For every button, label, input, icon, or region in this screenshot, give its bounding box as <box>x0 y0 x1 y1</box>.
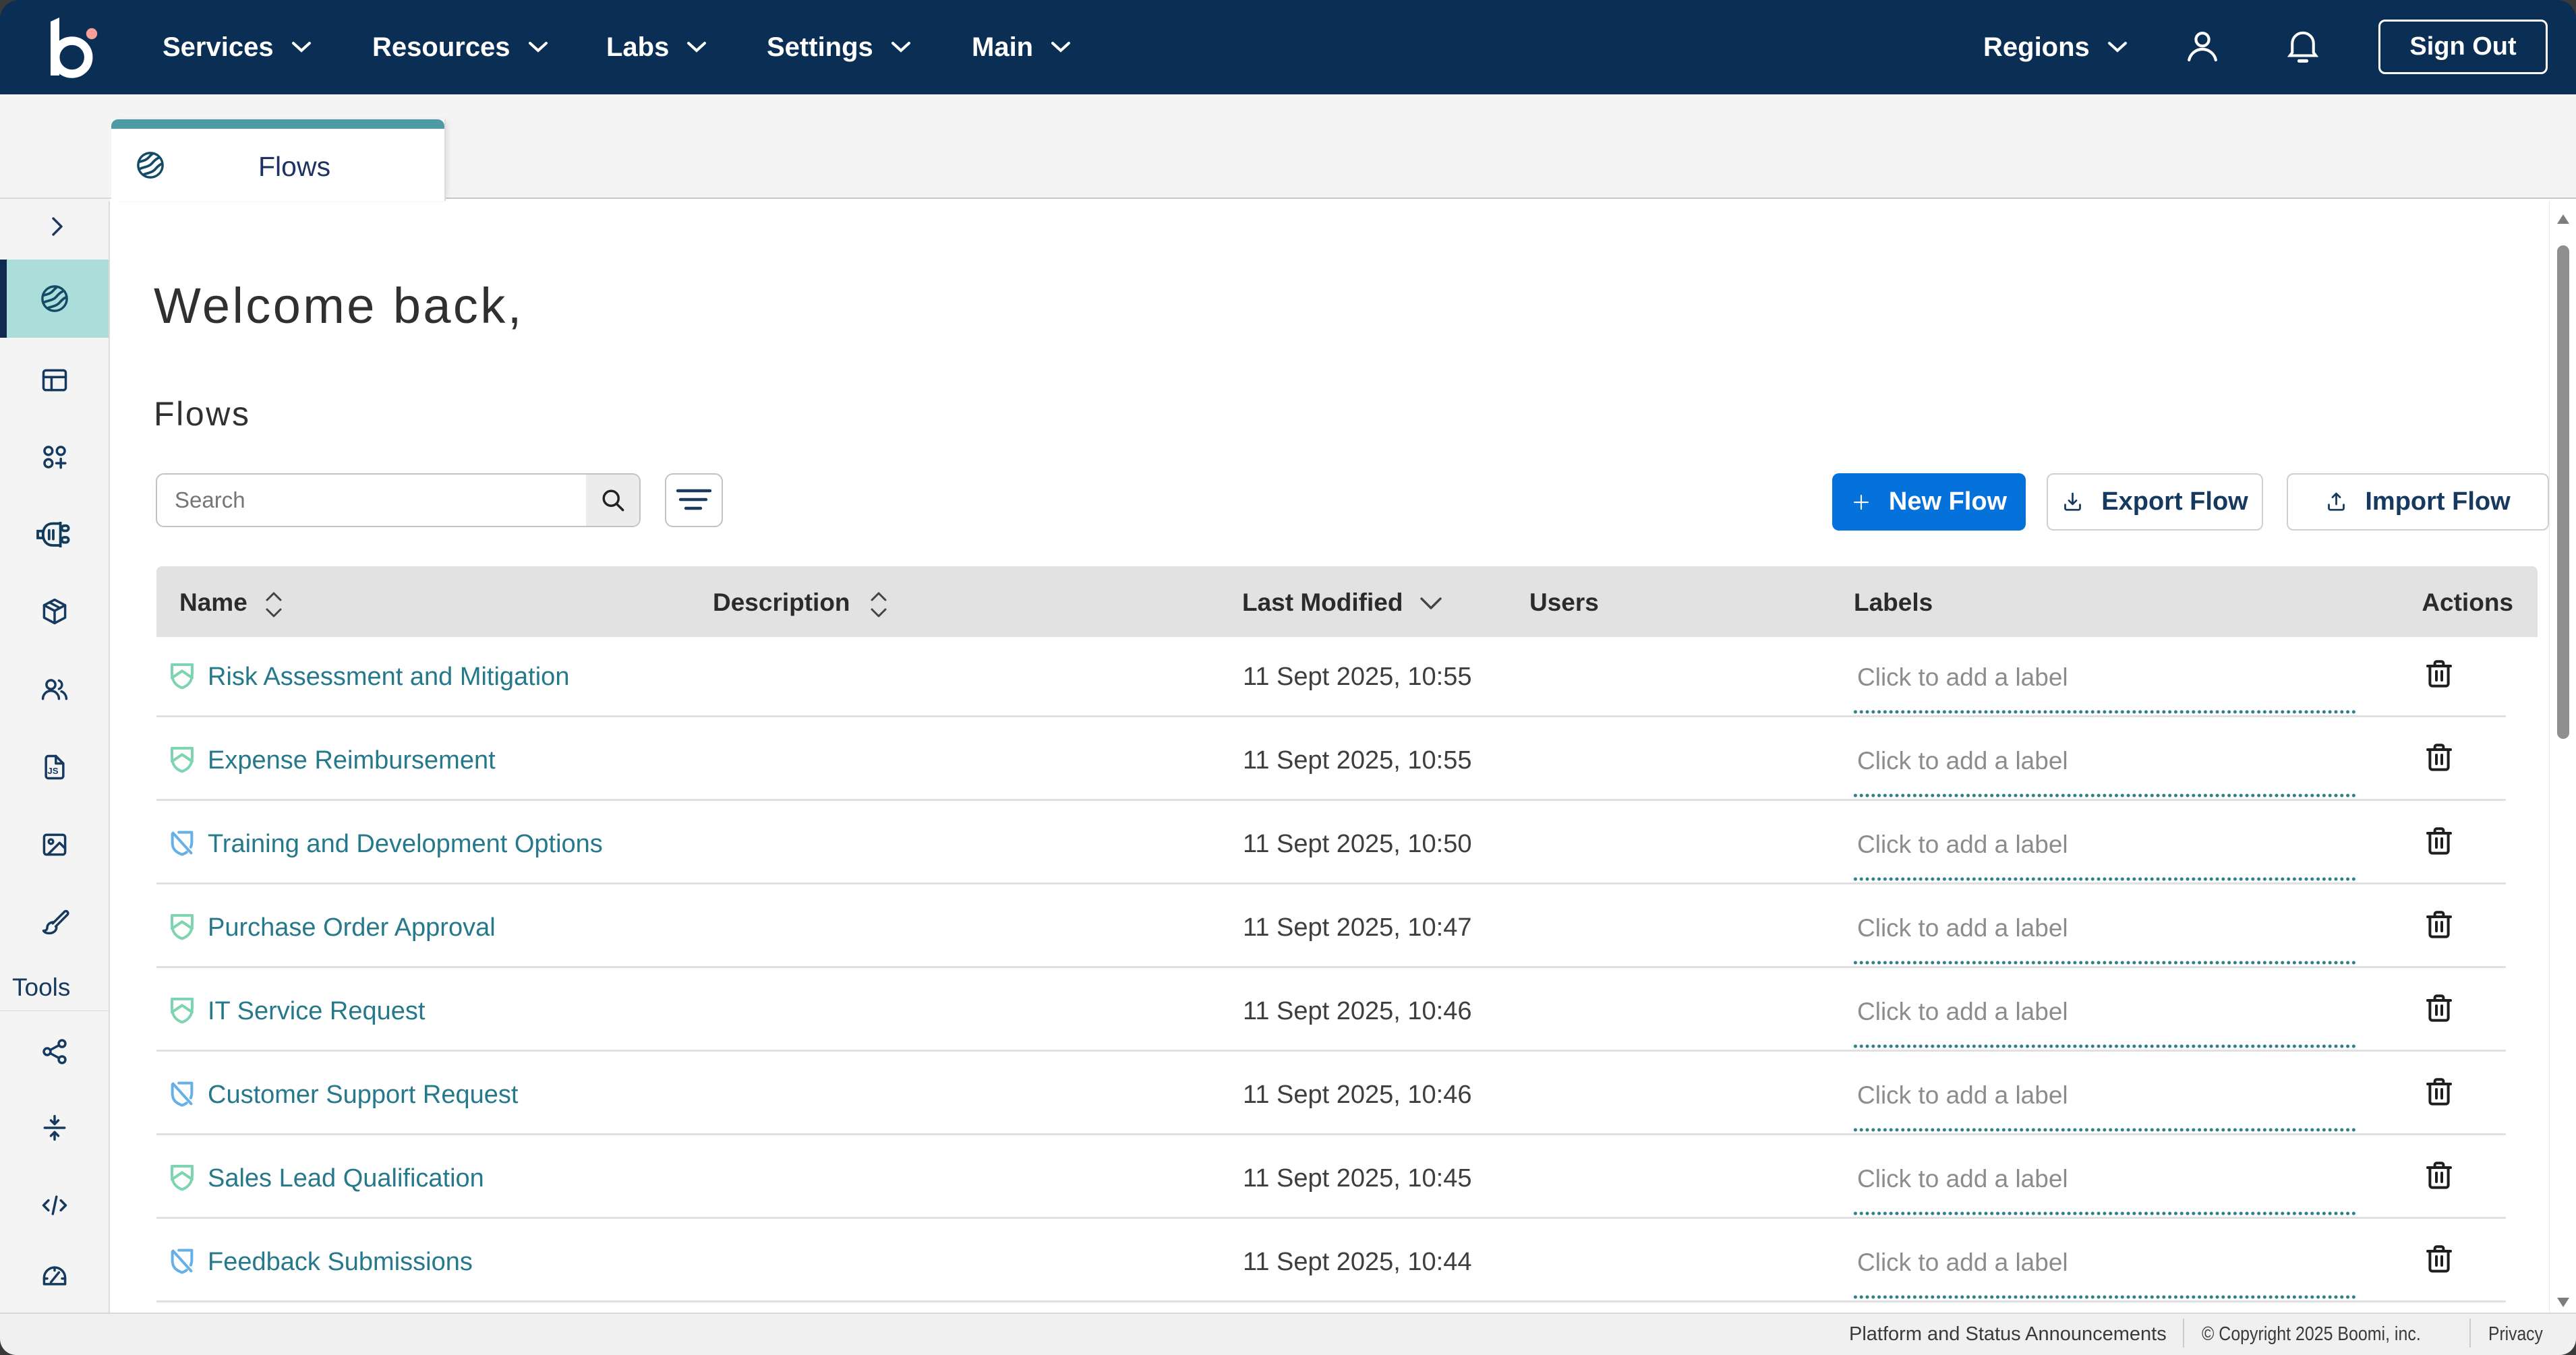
svg-text:JS: JS <box>47 766 58 776</box>
